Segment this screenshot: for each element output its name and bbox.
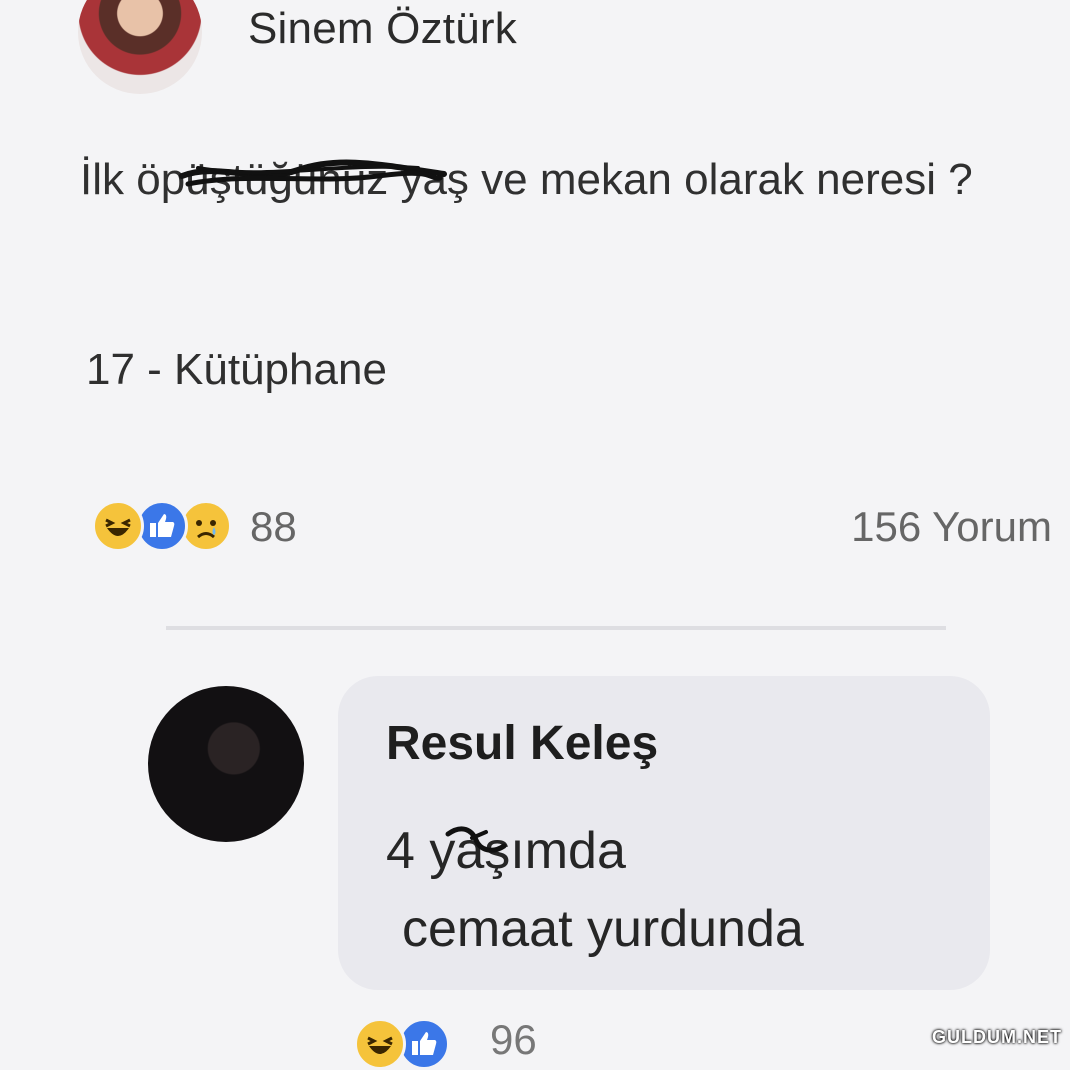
- post-author-name[interactable]: Sinem Öztürk: [248, 4, 517, 54]
- haha-emoji-icon: [92, 500, 144, 552]
- handwritten-correction-mark: [445, 826, 507, 853]
- comment-reaction-count[interactable]: 96: [490, 1016, 537, 1064]
- commenter-avatar[interactable]: [148, 686, 304, 842]
- facebook-post: Sinem Öztürk İlk öpüştüğünüz yaş ve meka…: [0, 0, 1070, 1070]
- post-comment-count[interactable]: 156 Yorum: [851, 503, 1052, 551]
- post-reaction-count[interactable]: 88: [250, 503, 297, 551]
- post-answer-text: 17 - Kütüphane: [86, 345, 387, 394]
- commenter-name[interactable]: Resul Keleş: [386, 716, 658, 771]
- watermark-text: GULDUM.NET: [932, 1027, 1062, 1047]
- haha-emoji-icon: [354, 1018, 406, 1070]
- comment-text-line-2: cemaat yurdunda: [402, 900, 804, 958]
- author-avatar[interactable]: [78, 0, 202, 94]
- post-reactions[interactable]: [92, 500, 262, 554]
- divider: [166, 626, 946, 630]
- scribble-strike-mark: [179, 159, 447, 187]
